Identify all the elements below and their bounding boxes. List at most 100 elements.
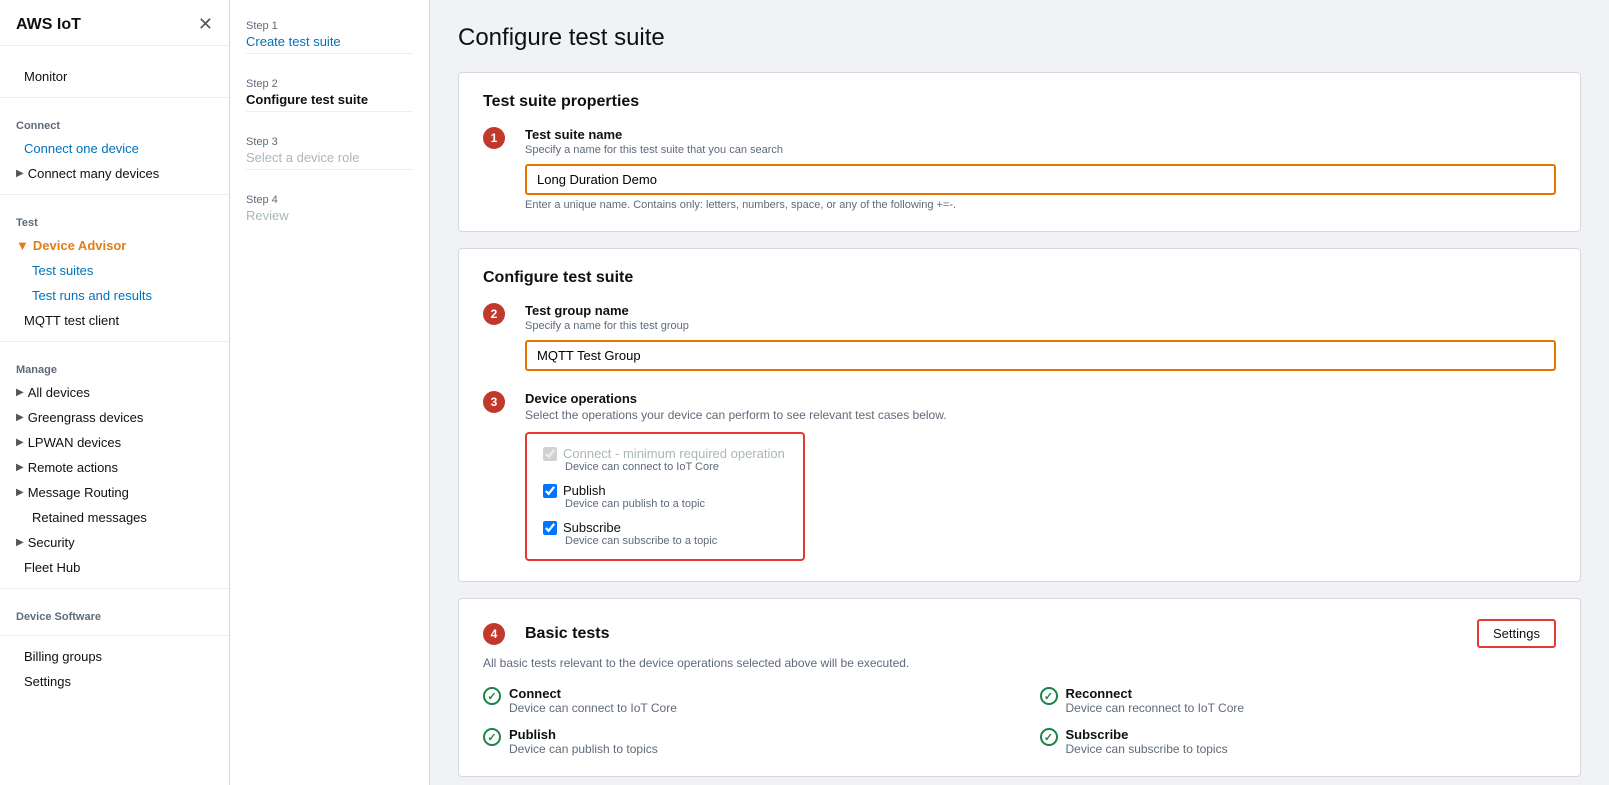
- chevron-right-icon: ▶: [16, 537, 24, 548]
- step-1-number: Step 1: [246, 20, 413, 32]
- step-4: Step 4 Review: [246, 194, 413, 223]
- step-1-label[interactable]: Create test suite: [246, 34, 413, 49]
- suite-name-hint: Enter a unique name. Contains only: lett…: [525, 199, 1556, 211]
- step-3: Step 3 Select a device role: [246, 136, 413, 170]
- test-item-connect: Connect Device can connect to IoT Core: [483, 686, 1000, 715]
- configure-test-suite-card: Configure test suite 2 Test group name S…: [458, 248, 1581, 582]
- main-content: Configure test suite Test suite properti…: [430, 0, 1609, 785]
- op-publish: Publish Device can publish to a topic: [543, 483, 787, 510]
- connect-op-desc: Device can connect to IoT Core: [565, 461, 787, 473]
- sidebar-section-test: Test: [0, 203, 229, 233]
- sidebar-item-test-suites[interactable]: Test suites: [0, 258, 229, 283]
- sidebar-item-greengrass[interactable]: ▶ Greengrass devices: [0, 405, 229, 430]
- connect-check-icon: [483, 687, 501, 705]
- page-title: Configure test suite: [458, 24, 1581, 52]
- tests-grid: Connect Device can connect to IoT Core R…: [483, 686, 1556, 756]
- sidebar-item-label: Device Advisor: [33, 238, 126, 253]
- subscribe-op-desc: Device can subscribe to a topic: [565, 535, 787, 547]
- operations-box: Connect - minimum required operation Dev…: [525, 432, 805, 561]
- basic-tests-header: 4 Basic tests Settings: [483, 619, 1556, 648]
- test-group-label: Test group name: [525, 303, 1556, 318]
- sidebar-item-all-devices[interactable]: ▶ All devices: [0, 380, 229, 405]
- sidebar-item-label: All devices: [28, 385, 90, 400]
- chevron-right-icon: ▶: [16, 462, 24, 473]
- sidebar-item-mqtt-test[interactable]: MQTT test client: [0, 308, 229, 333]
- settings-button[interactable]: Settings: [1477, 619, 1556, 648]
- sidebar-item-test-runs[interactable]: Test runs and results: [0, 283, 229, 308]
- sidebar-section-device-software: Device Software: [0, 597, 229, 627]
- suite-name-input[interactable]: [525, 164, 1556, 195]
- basic-tests-card: 4 Basic tests Settings All basic tests r…: [458, 598, 1581, 777]
- publish-op-name: Publish: [563, 483, 606, 498]
- sidebar-item-label: Connect many devices: [28, 166, 160, 181]
- step-3-label: Select a device role: [246, 150, 413, 165]
- step-2-label[interactable]: Configure test suite: [246, 92, 413, 107]
- subscribe-check-icon: [1040, 728, 1058, 746]
- sidebar-item-remote-actions[interactable]: ▶ Remote actions: [0, 455, 229, 480]
- test-item-publish: Publish Device can publish to topics: [483, 727, 1000, 756]
- test-suite-properties-title: Test suite properties: [483, 93, 1556, 111]
- step-circle-1: 1: [483, 127, 505, 149]
- sidebar-section-connect: Connect: [0, 106, 229, 136]
- sidebar-section-manage: Manage: [0, 350, 229, 380]
- configure-test-suite-title: Configure test suite: [483, 269, 1556, 287]
- sidebar-item-message-routing[interactable]: ▶ Message Routing: [0, 480, 229, 505]
- steps-panel: Step 1 Create test suite Step 2 Configur…: [230, 0, 430, 785]
- step-4-number: Step 4: [246, 194, 413, 206]
- connect-test-name: Connect: [509, 686, 677, 701]
- device-ops-label: Device operations: [525, 391, 1556, 406]
- publish-op-desc: Device can publish to a topic: [565, 498, 787, 510]
- sidebar-item-security[interactable]: ▶ Security: [0, 530, 229, 555]
- sidebar-item-connect-many[interactable]: ▶ Connect many devices: [0, 161, 229, 186]
- connect-op-name: Connect - minimum required operation: [563, 446, 785, 461]
- sidebar-item-device-advisor[interactable]: ▼ Device Advisor: [0, 233, 229, 258]
- close-sidebar-button[interactable]: ✕: [198, 14, 213, 35]
- sidebar-item-connect-one[interactable]: Connect one device: [0, 136, 229, 161]
- test-item-reconnect: Reconnect Device can reconnect to IoT Co…: [1040, 686, 1557, 715]
- sidebar-item-retained-messages[interactable]: Retained messages: [0, 505, 229, 530]
- sidebar-item-settings[interactable]: Settings: [0, 669, 229, 694]
- op-subscribe: Subscribe Device can subscribe to a topi…: [543, 520, 787, 547]
- subscribe-op-name: Subscribe: [563, 520, 621, 535]
- test-item-subscribe: Subscribe Device can subscribe to topics: [1040, 727, 1557, 756]
- sidebar-item-label: LPWAN devices: [28, 435, 121, 450]
- test-suite-properties-card: Test suite properties 1 Test suite name …: [458, 72, 1581, 232]
- sidebar-item-billing-groups[interactable]: Billing groups: [0, 644, 229, 669]
- basic-tests-title: Basic tests: [525, 625, 610, 643]
- publish-checkbox[interactable]: [543, 484, 557, 498]
- step-2-number: Step 2: [246, 78, 413, 90]
- step-circle-4: 4: [483, 623, 505, 645]
- device-ops-desc: Select the operations your device can pe…: [525, 408, 1556, 422]
- sidebar-item-label: Security: [28, 535, 75, 550]
- subscribe-checkbox[interactable]: [543, 521, 557, 535]
- sidebar: AWS IoT ✕ Monitor Connect Connect one de…: [0, 0, 230, 785]
- sidebar-blank-section: [0, 46, 229, 64]
- step-circle-2: 2: [483, 303, 505, 325]
- publish-test-name: Publish: [509, 727, 658, 742]
- chevron-down-icon: ▼: [16, 238, 29, 253]
- reconnect-test-desc: Device can reconnect to IoT Core: [1066, 701, 1245, 715]
- connect-test-desc: Device can connect to IoT Core: [509, 701, 677, 715]
- chevron-right-icon: ▶: [16, 437, 24, 448]
- step-2: Step 2 Configure test suite: [246, 78, 413, 112]
- step-circle-3: 3: [483, 391, 505, 413]
- subscribe-test-desc: Device can subscribe to topics: [1066, 742, 1228, 756]
- connect-checkbox[interactable]: [543, 447, 557, 461]
- suite-name-desc: Specify a name for this test suite that …: [525, 144, 1556, 156]
- sidebar-item-fleet-hub[interactable]: Fleet Hub: [0, 555, 229, 580]
- step-1: Step 1 Create test suite: [246, 20, 413, 54]
- sidebar-item-lpwan[interactable]: ▶ LPWAN devices: [0, 430, 229, 455]
- step-4-label: Review: [246, 208, 413, 223]
- sidebar-item-monitor[interactable]: Monitor: [0, 64, 229, 89]
- sidebar-item-label: Greengrass devices: [28, 410, 144, 425]
- app-title: AWS IoT: [16, 16, 81, 34]
- basic-tests-desc: All basic tests relevant to the device o…: [483, 656, 1556, 670]
- chevron-right-icon: ▶: [16, 487, 24, 498]
- suite-name-label: Test suite name: [525, 127, 1556, 142]
- reconnect-test-name: Reconnect: [1066, 686, 1245, 701]
- reconnect-check-icon: [1040, 687, 1058, 705]
- subscribe-test-name: Subscribe: [1066, 727, 1228, 742]
- test-group-input[interactable]: [525, 340, 1556, 371]
- chevron-right-icon: ▶: [16, 168, 24, 179]
- sidebar-header: AWS IoT ✕: [0, 0, 229, 46]
